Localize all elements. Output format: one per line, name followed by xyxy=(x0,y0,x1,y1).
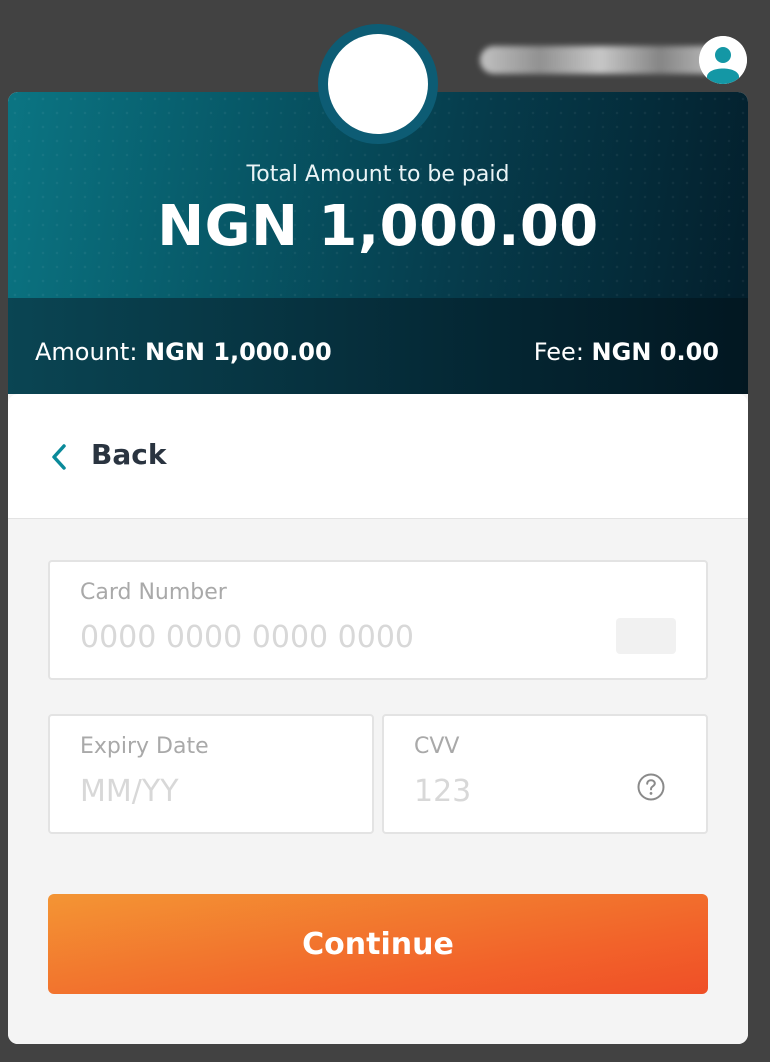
card-brand-icon xyxy=(616,618,676,654)
user-icon xyxy=(699,36,747,84)
account-name-redacted xyxy=(480,46,720,74)
chevron-left-icon[interactable] xyxy=(50,443,68,471)
fee-value: NGN 0.00 xyxy=(591,338,719,366)
total-amount: NGN 1,000.00 xyxy=(157,194,599,259)
expiry-date-field[interactable]: Expiry Date xyxy=(48,714,374,834)
expiry-date-label: Expiry Date xyxy=(80,734,209,759)
user-avatar[interactable] xyxy=(699,36,747,84)
back-label[interactable]: Back xyxy=(91,438,166,471)
amount-value: NGN 1,000.00 xyxy=(145,338,332,366)
cvv-input[interactable] xyxy=(414,774,640,809)
merchant-logo xyxy=(318,24,438,144)
question-circle-icon[interactable] xyxy=(636,772,666,802)
total-label: Total Amount to be paid xyxy=(246,162,510,187)
merchant-logo-placeholder xyxy=(328,34,428,134)
cvv-field[interactable]: CVV xyxy=(382,714,708,834)
card-number-input[interactable] xyxy=(80,620,540,655)
back-button[interactable]: Back xyxy=(8,394,748,519)
amount-label: Amount: xyxy=(35,338,138,366)
card-number-field[interactable]: Card Number xyxy=(48,560,708,680)
amount-summary: Amount: NGN 1,000.00 xyxy=(35,338,332,366)
card-number-label: Card Number xyxy=(80,580,227,605)
fee-label: Fee: xyxy=(533,338,584,366)
fee-summary: Fee: NGN 0.00 xyxy=(534,338,719,366)
payment-panel: Total Amount to be paid NGN 1,000.00 Amo… xyxy=(8,92,748,1044)
cvv-label: CVV xyxy=(414,734,460,759)
amount-summary-bar: Amount: NGN 1,000.00 Fee: NGN 0.00 xyxy=(8,298,748,394)
continue-button[interactable]: Continue xyxy=(48,894,708,994)
card-form-section: Back Card Number Expiry Date CVV Continu… xyxy=(8,394,748,1044)
expiry-date-input[interactable] xyxy=(80,774,306,809)
